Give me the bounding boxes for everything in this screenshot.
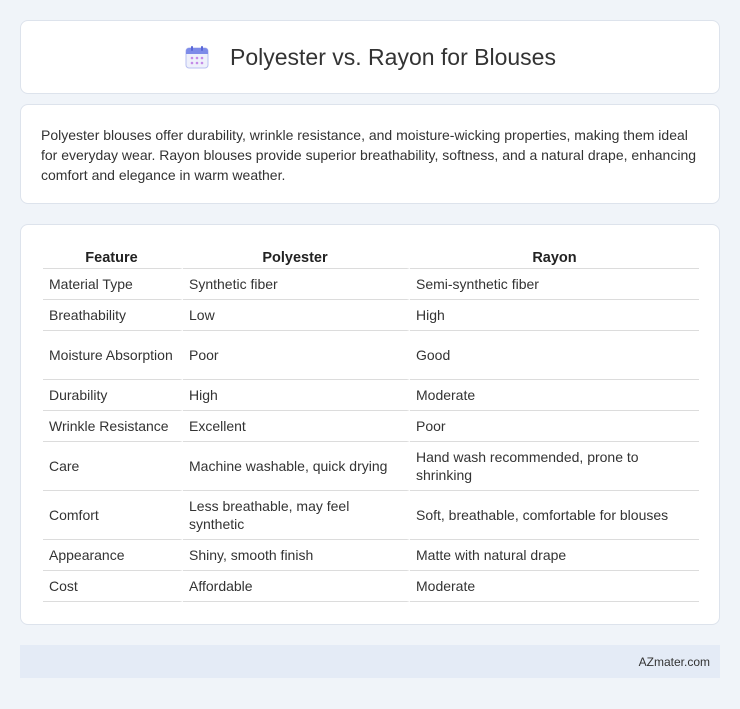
header-feature: Feature (43, 245, 183, 269)
title-wrap: Polyester vs. Rayon for Blouses (184, 44, 556, 71)
polyester-cell: High (183, 380, 410, 411)
rayon-cell: Hand wash recommended, prone to shrinkin… (410, 442, 699, 491)
polyester-cell: Affordable (183, 571, 410, 602)
header-polyester: Polyester (183, 245, 410, 269)
rayon-cell: Good (410, 331, 699, 380)
feature-cell: Care (43, 442, 183, 491)
table-row: Breathability Low High (43, 300, 699, 331)
summary-card: Polyester blouses offer durability, wrin… (20, 104, 720, 204)
feature-cell: Moisture Absorption (43, 331, 183, 380)
rayon-cell: Semi-synthetic fiber (410, 269, 699, 300)
footer-brand[interactable]: AZmater.com (639, 655, 710, 669)
feature-cell: Comfort (43, 491, 183, 540)
feature-cell: Material Type (43, 269, 183, 300)
feature-cell: Durability (43, 380, 183, 411)
feature-cell: Appearance (43, 540, 183, 571)
table-row: Appearance Shiny, smooth finish Matte wi… (43, 540, 699, 571)
rayon-cell: Moderate (410, 380, 699, 411)
polyester-cell: Less breathable, may feel synthetic (183, 491, 410, 540)
polyester-cell: Machine washable, quick drying (183, 442, 410, 491)
feature-cell: Cost (43, 571, 183, 602)
polyester-cell: Poor (183, 331, 410, 380)
calendar-icon (184, 44, 210, 70)
feature-cell: Breathability (43, 300, 183, 331)
rayon-cell: High (410, 300, 699, 331)
table-row: Care Machine washable, quick drying Hand… (43, 442, 699, 491)
comparison-table: Feature Polyester Rayon Material Type Sy… (43, 245, 699, 602)
table-row: Cost Affordable Moderate (43, 571, 699, 602)
rayon-cell: Moderate (410, 571, 699, 602)
polyester-cell: Low (183, 300, 410, 331)
table-row: Comfort Less breathable, may feel synthe… (43, 491, 699, 540)
rayon-cell: Poor (410, 411, 699, 442)
polyester-cell: Synthetic fiber (183, 269, 410, 300)
header-card: Polyester vs. Rayon for Blouses (20, 20, 720, 94)
table-row: Moisture Absorption Poor Good (43, 331, 699, 380)
rayon-cell: Soft, breathable, comfortable for blouse… (410, 491, 699, 540)
page-title: Polyester vs. Rayon for Blouses (230, 43, 556, 70)
polyester-cell: Excellent (183, 411, 410, 442)
summary-text: Polyester blouses offer durability, wrin… (41, 127, 697, 183)
table-row: Durability High Moderate (43, 380, 699, 411)
footer-bar: AZmater.com (20, 645, 720, 678)
table-row: Wrinkle Resistance Excellent Poor (43, 411, 699, 442)
table-row: Material Type Synthetic fiber Semi-synth… (43, 269, 699, 300)
rayon-cell: Matte with natural drape (410, 540, 699, 571)
polyester-cell: Shiny, smooth finish (183, 540, 410, 571)
feature-cell: Wrinkle Resistance (43, 411, 183, 442)
header-rayon: Rayon (410, 245, 699, 269)
table-header-row: Feature Polyester Rayon (43, 245, 699, 269)
comparison-table-card: Feature Polyester Rayon Material Type Sy… (20, 224, 720, 625)
